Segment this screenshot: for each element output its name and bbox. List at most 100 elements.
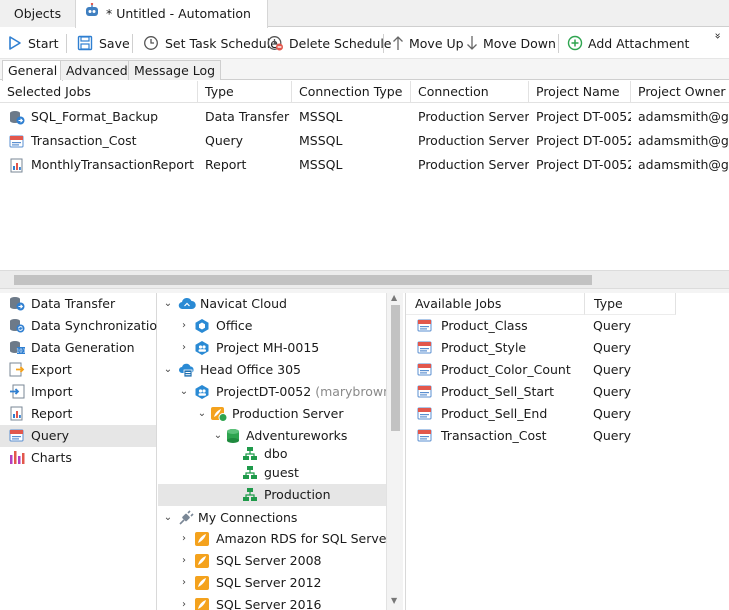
data-sync-icon <box>10 319 25 333</box>
tree-node-project-dt[interactable]: ⌄ ProjectDT-0052 (marybrown@ <box>158 381 386 403</box>
category-data-transfer[interactable]: Data Transfer <box>0 293 156 315</box>
query-icon <box>417 363 432 376</box>
scrollbar-thumb[interactable] <box>14 275 592 285</box>
tree-node-sql-server-2012[interactable]: › SQL Server 2012 <box>158 572 386 594</box>
toolbar-overflow-button[interactable]: » <box>711 31 725 41</box>
shared-project-icon <box>195 341 209 355</box>
query-icon <box>417 341 432 354</box>
category-data-synchronization[interactable]: Data Synchronization <box>0 315 165 337</box>
tree-node-production[interactable]: Production <box>158 484 386 506</box>
column-header-connection[interactable]: Connection <box>411 81 529 103</box>
table-row[interactable]: Transaction_Cost Query MSSQL Production … <box>0 129 729 153</box>
play-icon <box>9 36 21 50</box>
tab-automation[interactable]: * Untitled - Automation <box>75 0 268 28</box>
scroll-up-icon[interactable]: ▲ <box>391 293 397 302</box>
scroll-down-icon[interactable]: ▼ <box>391 596 397 605</box>
tree-node-head-office[interactable]: ⌄ Head Office 305 <box>158 359 386 381</box>
query-icon <box>9 429 24 442</box>
chevron-right-icon[interactable]: › <box>178 528 190 550</box>
report-icon <box>10 158 23 173</box>
query-icon <box>417 385 432 398</box>
plus-circle-icon <box>567 35 583 51</box>
cloud-icon <box>178 297 196 310</box>
table-row[interactable]: SQL_Format_Backup Data Transfer MSSQL Pr… <box>0 105 729 129</box>
options-tab-bar: General Advanced Message Log <box>0 59 729 81</box>
category-query[interactable]: Query <box>0 425 156 447</box>
tree-node-amazon-rds[interactable]: › Amazon RDS for SQL Server <box>158 528 386 550</box>
column-header-connection-type[interactable]: Connection Type <box>292 81 411 103</box>
delete-clock-icon <box>267 36 283 51</box>
chevron-down-icon[interactable]: ⌄ <box>162 293 174 315</box>
grid-header: Selected Jobs Type Connection Type Conne… <box>0 81 729 103</box>
export-icon <box>9 362 25 377</box>
charts-icon <box>10 451 25 464</box>
data-transfer-icon <box>10 111 25 125</box>
category-export[interactable]: Export <box>0 359 156 381</box>
category-data-generation[interactable]: 101 Data Generation <box>0 337 156 359</box>
list-item[interactable]: Transaction_Cost Query <box>406 425 729 447</box>
tab-advanced[interactable]: Advanced <box>60 60 134 80</box>
toolbar-separator <box>558 34 559 53</box>
tab-general[interactable]: General <box>2 60 64 81</box>
chevron-right-icon[interactable]: › <box>178 315 190 337</box>
column-header-project-name[interactable]: Project Name <box>529 81 631 103</box>
chevron-right-icon[interactable]: › <box>178 337 190 359</box>
report-icon <box>10 406 23 421</box>
list-item[interactable]: Product_Sell_Start Query <box>406 381 729 403</box>
data-transfer-icon <box>10 297 25 311</box>
document-tab-strip: Objects * Untitled - Automation <box>0 0 729 28</box>
tree-node-project-mh[interactable]: › Project MH-0015 <box>158 337 386 359</box>
tree-node-sql-server-2008[interactable]: › SQL Server 2008 <box>158 550 386 572</box>
sql-server-icon <box>195 598 209 610</box>
query-icon <box>417 429 432 442</box>
query-icon <box>417 407 432 420</box>
list-item[interactable]: Product_Style Query <box>406 337 729 359</box>
tree-node-sql-server-2016[interactable]: › SQL Server 2016 <box>158 594 386 610</box>
column-header-type[interactable]: Type <box>585 293 676 315</box>
scrollbar-thumb[interactable] <box>391 305 400 431</box>
schema-icon <box>243 466 257 479</box>
selected-jobs-grid: Selected Jobs Type Connection Type Conne… <box>0 81 729 270</box>
arrow-up-icon <box>393 36 403 50</box>
category-report[interactable]: Report <box>0 403 156 425</box>
connection-tree: ⌄ Navicat Cloud › Office › Project MH-00… <box>158 293 386 610</box>
shared-project-icon <box>195 385 209 399</box>
query-icon <box>417 319 432 332</box>
list-item[interactable]: Product_Sell_End Query <box>406 403 729 425</box>
category-charts[interactable]: Charts <box>0 447 156 469</box>
tree-node-my-connections[interactable]: ⌄ My Connections <box>158 507 386 529</box>
chevron-down-icon[interactable]: ⌄ <box>162 507 174 529</box>
toolbar-separator <box>132 34 133 53</box>
toolbar-separator <box>383 34 384 53</box>
column-header-type[interactable]: Type <box>198 81 292 103</box>
column-header-selected-jobs[interactable]: Selected Jobs <box>0 81 198 103</box>
tree-node-navicat-cloud[interactable]: ⌄ Navicat Cloud <box>158 293 386 315</box>
list-item[interactable]: Product_Color_Count Query <box>406 359 729 381</box>
tree-vertical-scrollbar[interactable]: ▲ ▼ <box>386 293 403 610</box>
chevron-double-down-icon: » <box>711 32 725 40</box>
chevron-right-icon[interactable]: › <box>178 550 190 572</box>
horizontal-scrollbar[interactable] <box>0 270 729 289</box>
chevron-down-icon[interactable]: ⌄ <box>196 403 208 425</box>
chevron-down-icon[interactable]: ⌄ <box>162 359 174 381</box>
column-header-project-owner[interactable]: Project Owner N <box>631 81 729 103</box>
data-generation-icon: 101 <box>10 341 25 355</box>
chevron-right-icon[interactable]: › <box>178 594 190 610</box>
tree-node-office[interactable]: › Office <box>158 315 386 337</box>
chevron-right-icon[interactable]: › <box>178 572 190 594</box>
schema-icon <box>243 488 257 501</box>
available-jobs-list: Available Jobs Type Product_Class Query … <box>405 293 729 610</box>
sql-server-icon <box>195 576 209 590</box>
tab-objects[interactable]: Objects <box>0 0 75 27</box>
tab-message-log[interactable]: Message Log <box>128 60 222 80</box>
tree-node-guest[interactable]: guest <box>158 462 386 484</box>
plug-icon <box>179 510 194 525</box>
column-header-available-jobs[interactable]: Available Jobs <box>406 293 585 315</box>
table-row[interactable]: MonthlyTransactionReport Report MSSQL Pr… <box>0 153 729 177</box>
category-import[interactable]: Import <box>0 381 156 403</box>
clock-icon <box>144 36 158 50</box>
list-item[interactable]: Product_Class Query <box>406 315 729 337</box>
tab-automation-label: * Untitled - Automation <box>106 6 251 21</box>
tree-node-production-server[interactable]: ⌄ Production Server <box>158 403 386 425</box>
chevron-down-icon[interactable]: ⌄ <box>178 381 190 403</box>
